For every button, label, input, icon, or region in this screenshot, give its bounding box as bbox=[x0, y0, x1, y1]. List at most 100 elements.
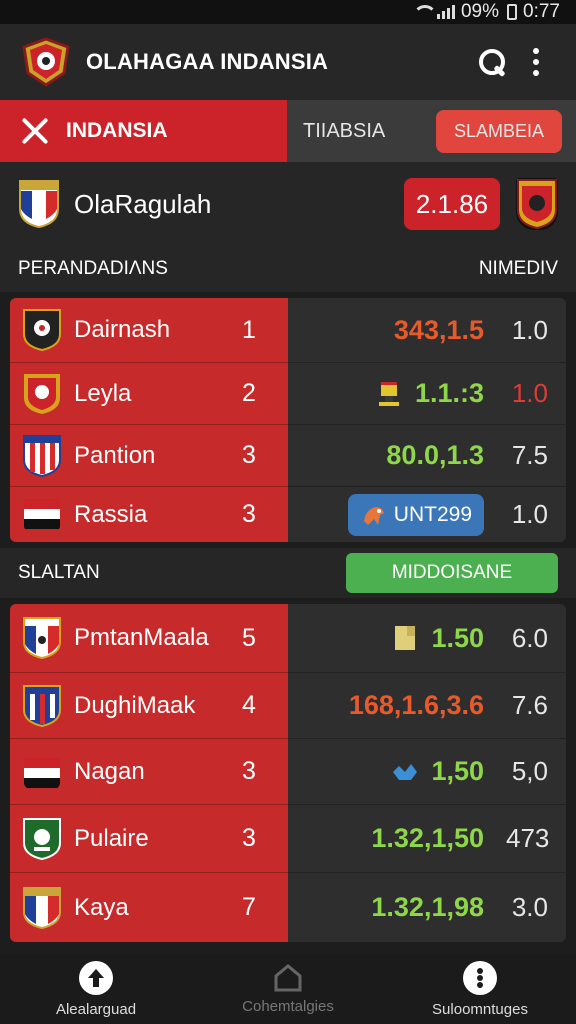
standings-table-2: PmtanMaala 5 1.50 6.0 DughiMaak 4 168,1.… bbox=[10, 604, 566, 942]
odds-value[interactable]: 1,50 bbox=[431, 756, 484, 787]
striped-crest-icon bbox=[22, 434, 62, 478]
match-name: OlaRagulah bbox=[74, 188, 212, 219]
team-position: 5 bbox=[242, 623, 256, 652]
battery-icon bbox=[507, 4, 518, 20]
search-icon bbox=[479, 49, 505, 75]
odds-last: 1.0 bbox=[511, 314, 548, 345]
odds-value[interactable]: 80.0,1.3 bbox=[386, 440, 484, 471]
table-row[interactable]: PmtanMaala 5 1.50 6.0 bbox=[10, 604, 566, 672]
close-icon[interactable] bbox=[20, 116, 50, 146]
nav-label: Alealarguad bbox=[55, 1000, 137, 1018]
team-position: 3 bbox=[242, 441, 256, 469]
more-menu-button[interactable] bbox=[514, 40, 558, 84]
slambeia-button[interactable]: SLAMBEIA bbox=[435, 109, 562, 153]
team-name: Rassia bbox=[74, 500, 148, 528]
odds-last: 5,0 bbox=[511, 756, 548, 786]
table-row[interactable]: Rassia 3 UNT299 1.0 bbox=[10, 486, 566, 542]
odds-last: 7.5 bbox=[511, 440, 548, 470]
team-position: 1 bbox=[242, 315, 256, 344]
odds-last: 473 bbox=[506, 823, 550, 853]
team-name: Dairnash bbox=[74, 316, 171, 343]
app-title: OLAHAGAA INDANSIA bbox=[86, 49, 329, 74]
arrow-up-circle-icon bbox=[79, 960, 113, 995]
nav-item-suloomntuges[interactable]: Suloomntuges bbox=[384, 954, 576, 1024]
crown-icon bbox=[391, 758, 419, 786]
more-vert-icon bbox=[533, 48, 539, 76]
table-row[interactable]: Kaya 7 1.32,1,98 3.0 bbox=[10, 872, 566, 942]
team-position: 4 bbox=[242, 691, 256, 719]
team-position: 7 bbox=[242, 893, 256, 921]
midoisane-badge[interactable]: MIDDOISANE bbox=[346, 553, 558, 593]
flag-crest-icon bbox=[22, 493, 62, 537]
section-header-perandadians: PERANDADIΛNS NIMEDIV bbox=[0, 246, 576, 292]
battery-level: 09% bbox=[460, 1, 500, 22]
striped-crest-icon bbox=[22, 684, 62, 728]
section-title: PERANDADIΛNS bbox=[18, 258, 168, 279]
table-row[interactable]: Dairnash 1 343,1.5 1.0 bbox=[10, 298, 566, 362]
france-flag-crest-icon bbox=[18, 179, 60, 229]
home-icon bbox=[273, 963, 303, 992]
odds-value[interactable]: 1.32,1,98 bbox=[371, 892, 484, 923]
odds-value[interactable]: 1.32,1,50 bbox=[371, 823, 484, 854]
team-name: Pulaire bbox=[74, 824, 149, 852]
team-name: DughiMaak bbox=[74, 691, 196, 719]
table-row[interactable]: Pulaire 3 1.32,1,50 473 bbox=[10, 804, 566, 872]
nav-item-alealarguad[interactable]: Alealarguad bbox=[0, 954, 192, 1024]
section-title: SLALTAN bbox=[18, 562, 100, 583]
nav-item-cohemtalgies[interactable]: Cohemtalgies bbox=[192, 954, 384, 1024]
opponent-crest-icon bbox=[516, 178, 558, 230]
team-name: Nagan bbox=[74, 757, 145, 785]
ticket-icon bbox=[391, 624, 419, 652]
standings-table-1: Dairnash 1 343,1.5 1.0 Leyla 2 1.1.:3 1.… bbox=[10, 298, 566, 542]
app-bar: OLAHAGAA INDANSIA bbox=[0, 24, 576, 100]
section-right-label: NIMEDIV bbox=[478, 258, 558, 279]
team-name: Pantion bbox=[74, 441, 156, 469]
table-row[interactable]: Leyla 2 1.1.:3 1.0 bbox=[10, 362, 566, 424]
odds-chip[interactable]: UNT299 bbox=[347, 493, 484, 536]
tab-label: TIIABSIA bbox=[303, 119, 386, 142]
odds-value[interactable]: 343,1.5 bbox=[394, 315, 484, 346]
tab-label: INDANSIA bbox=[66, 119, 168, 142]
match-header[interactable]: OlaRagulah 2.1.86 bbox=[0, 162, 576, 246]
more-circle-icon bbox=[463, 960, 497, 995]
trophy-icon bbox=[375, 380, 403, 408]
horse-icon bbox=[360, 501, 388, 529]
odds-last: 3.0 bbox=[511, 892, 548, 922]
odds-value[interactable]: 168,1.6,3.6 bbox=[349, 690, 484, 721]
section-header-slaltan: SLALTAN MIDDOISANE bbox=[0, 548, 576, 598]
status-bar: 09% 0:77 bbox=[0, 0, 576, 24]
team-position: 3 bbox=[242, 500, 256, 528]
table-row[interactable]: Nagan 3 1,50 5,0 bbox=[10, 738, 566, 804]
odds-last: 1.0 bbox=[511, 499, 548, 529]
flag-crest-icon bbox=[22, 750, 62, 794]
tab-bar: INDANSIA TIIABSIA SLAMBEIA bbox=[0, 100, 576, 162]
flag-crest-icon bbox=[22, 886, 62, 930]
odds-last: 1.0 bbox=[511, 378, 548, 408]
tab-indansia[interactable]: INDANSIA bbox=[0, 100, 287, 162]
green-crest-icon bbox=[22, 817, 62, 861]
shield-crest-icon bbox=[22, 308, 62, 352]
team-position: 2 bbox=[242, 379, 256, 407]
nav-label: Suloomntuges bbox=[432, 1000, 528, 1018]
odds-value[interactable]: 1.1.:3 bbox=[415, 378, 484, 409]
bottom-navigation: Alealarguad Cohemtalgies Suloomntuges bbox=[0, 954, 576, 1024]
odds-last: 7.6 bbox=[511, 690, 548, 720]
nav-label: Cohemtalgies bbox=[242, 997, 334, 1015]
team-position: 3 bbox=[242, 757, 256, 785]
clock: 0:77 bbox=[523, 1, 560, 22]
wifi-icon bbox=[412, 5, 437, 19]
team-position: 3 bbox=[242, 824, 256, 852]
tab-tiiabsia[interactable]: TIIABSIA SLAMBEIA bbox=[287, 100, 576, 162]
odds-value: UNT299 bbox=[393, 502, 472, 526]
eagle-crest-icon bbox=[22, 372, 62, 416]
odds-last: 6.0 bbox=[511, 622, 548, 653]
table-row[interactable]: DughiMaak 4 168,1.6,3.6 7.6 bbox=[10, 672, 566, 738]
score-badge[interactable]: 2.1.86 bbox=[404, 178, 500, 230]
table-row[interactable]: Pantion 3 80.0,1.3 7.5 bbox=[10, 424, 566, 486]
app-logo-icon bbox=[18, 37, 74, 87]
odds-value[interactable]: 1.50 bbox=[431, 623, 484, 654]
search-button[interactable] bbox=[470, 40, 514, 84]
team-name: Kaya bbox=[74, 893, 129, 921]
shield-crest-icon bbox=[22, 616, 62, 660]
signal-icon bbox=[436, 5, 455, 19]
